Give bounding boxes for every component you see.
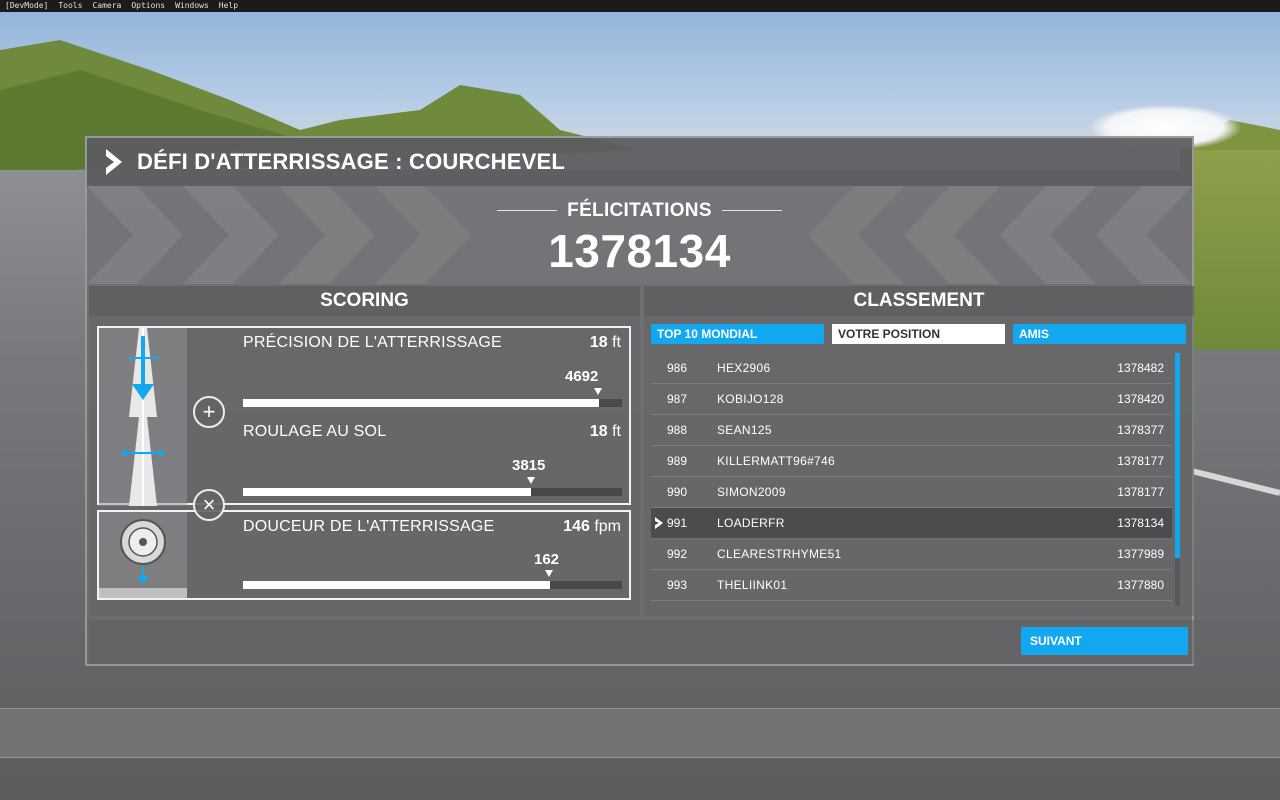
row-player: THELIINK01 [717, 578, 788, 592]
runway-precision-icon [99, 328, 187, 417]
metric-progress-fill [243, 399, 600, 407]
leaderboard-section: CLASSEMENT TOP 10 MONDIAL VOTRE POSITION… [644, 286, 1194, 616]
metric-points: 3815 [512, 457, 546, 474]
metric-value: 18 ft [590, 334, 621, 352]
metric-landing-precision: PRÉCISION DE L'ATTERRISSAGE 18 ft 4692 [99, 328, 629, 417]
score-banner: FÉLICITATIONS 1378134 [87, 186, 1192, 284]
metric-value: 146 fpm [563, 518, 621, 536]
row-player: KOBIJO128 [717, 392, 784, 406]
row-score: 1378482 [1117, 361, 1164, 375]
row-score: 1378377 [1117, 423, 1164, 437]
row-rank: 987 [667, 392, 688, 406]
tab-friends[interactable]: AMIS [1013, 324, 1186, 344]
leaderboard-row[interactable]: 992 CLEARESTRHYME51 1377989 [651, 539, 1172, 570]
menu-help[interactable]: Help [214, 0, 243, 12]
leaderboard-row-current-player[interactable]: 991 LOADERFR 1378134 [651, 508, 1172, 539]
row-player: HEX2906 [717, 361, 771, 375]
leaderboard-scrollbar[interactable] [1175, 353, 1180, 606]
menu-tools[interactable]: Tools [53, 0, 87, 12]
row-score: 1377880 [1117, 578, 1164, 592]
row-rank: 988 [667, 423, 688, 437]
row-score: 1377989 [1117, 547, 1164, 561]
menu-devmode[interactable]: [DevMode] [0, 0, 53, 12]
leaderboard-title: CLASSEMENT [644, 286, 1194, 316]
congrats-label: FÉLICITATIONS [567, 199, 712, 221]
current-player-arrow-icon [655, 517, 663, 529]
metric-ground-roll: ROULAGE AU SOL 18 ft 3815 [99, 417, 629, 506]
scoring-section: SCORING PRÉCISION DE L'ATTERRISSAGE 18 f… [89, 286, 640, 616]
divider-left [497, 210, 558, 211]
progress-marker-icon [527, 477, 535, 484]
leaderboard-row[interactable]: 993 THELIINK01 1377880 [651, 570, 1172, 601]
metric-progress-bar [243, 488, 622, 496]
row-rank: 993 [667, 578, 688, 592]
leaderboard-row[interactable]: 990 SIMON2009 1378177 [651, 477, 1172, 508]
metric-value-number: 18 [589, 334, 608, 351]
metric-points: 162 [534, 551, 560, 568]
metric-value-number: 18 [589, 423, 608, 440]
leaderboard-list[interactable]: 986 HEX2906 1378482 987 KOBIJO128 137842… [651, 353, 1172, 606]
metric-landing-smoothness: DOUCEUR DE L'ATTERRISSAGE 146 fpm 162 [99, 512, 629, 598]
total-score: 1378134 [548, 224, 731, 277]
row-player: SEAN125 [717, 423, 772, 437]
leaderboard-row[interactable]: 988 SEAN125 1378377 [651, 415, 1172, 446]
leaderboard-tabs: TOP 10 MONDIAL VOTRE POSITION AMIS [651, 324, 1186, 344]
bottom-strip [0, 708, 1280, 758]
row-score: 1378420 [1117, 392, 1164, 406]
row-player: SIMON2009 [717, 485, 786, 499]
tab-top10-world[interactable]: TOP 10 MONDIAL [651, 324, 824, 344]
landing-gear-icon [99, 512, 187, 598]
leaderboard-row[interactable]: 989 KILLERMATT96#746 1378177 [651, 446, 1172, 477]
row-rank: 986 [667, 361, 688, 375]
smoothness-score-box: DOUCEUR DE L'ATTERRISSAGE 146 fpm 162 [97, 510, 631, 600]
divider-right [721, 210, 782, 211]
metric-name: PRÉCISION DE L'ATTERRISSAGE [243, 334, 502, 351]
leaderboard-row[interactable]: 986 HEX2906 1378482 [651, 353, 1172, 384]
metric-value-unit: ft [612, 423, 621, 440]
metric-name: ROULAGE AU SOL [243, 423, 387, 440]
leaderboard-row[interactable]: 987 KOBIJO128 1378420 [651, 384, 1172, 415]
row-player: KILLERMATT96#746 [717, 454, 835, 468]
metric-progress-bar [243, 581, 622, 589]
tab-your-position[interactable]: VOTRE POSITION [832, 324, 1005, 344]
distance-score-box: PRÉCISION DE L'ATTERRISSAGE 18 ft 4692 R… [97, 326, 631, 506]
row-rank: 989 [667, 454, 688, 468]
scoring-title: SCORING [89, 286, 640, 316]
metric-value-unit: fpm [594, 518, 621, 535]
menu-options[interactable]: Options [126, 0, 170, 12]
metric-progress-fill [243, 488, 532, 496]
metric-value-number: 146 [563, 518, 590, 535]
row-score: 1378177 [1117, 454, 1164, 468]
plus-icon: + [193, 396, 225, 428]
progress-marker-icon [545, 570, 553, 577]
metric-value-unit: ft [612, 334, 621, 351]
runway-rollout-icon [99, 417, 187, 506]
metric-name: DOUCEUR DE L'ATTERRISSAGE [243, 518, 495, 535]
scrollbar-thumb[interactable] [1175, 353, 1180, 558]
menu-windows[interactable]: Windows [170, 0, 214, 12]
row-score: 1378134 [1117, 516, 1164, 530]
row-rank: 992 [667, 547, 688, 561]
panel-footer: SUIVANT [89, 620, 1194, 664]
grass-area [1190, 150, 1280, 350]
next-button[interactable]: SUIVANT [1021, 627, 1188, 655]
dev-menubar: [DevMode] Tools Camera Options Windows H… [0, 0, 1280, 12]
row-rank: 990 [667, 485, 688, 499]
chevron-right-icon [106, 149, 122, 175]
progress-marker-icon [594, 388, 602, 395]
metric-value: 18 ft [590, 423, 621, 441]
metric-progress-fill [243, 581, 550, 589]
metric-points: 4692 [565, 368, 599, 385]
multiply-icon: × [193, 489, 225, 521]
panel-header: DÉFI D'ATTERRISSAGE : COURCHEVEL [87, 138, 1192, 186]
congrats-block: FÉLICITATIONS 1378134 [87, 198, 1192, 278]
results-panel: DÉFI D'ATTERRISSAGE : COURCHEVEL FÉLICIT… [85, 136, 1194, 666]
metric-progress-bar [243, 399, 622, 407]
panel-title: DÉFI D'ATTERRISSAGE : COURCHEVEL [137, 149, 566, 174]
menu-camera[interactable]: Camera [87, 0, 126, 12]
row-player: LOADERFR [717, 516, 785, 530]
row-player: CLEARESTRHYME51 [717, 547, 842, 561]
row-score: 1378177 [1117, 485, 1164, 499]
